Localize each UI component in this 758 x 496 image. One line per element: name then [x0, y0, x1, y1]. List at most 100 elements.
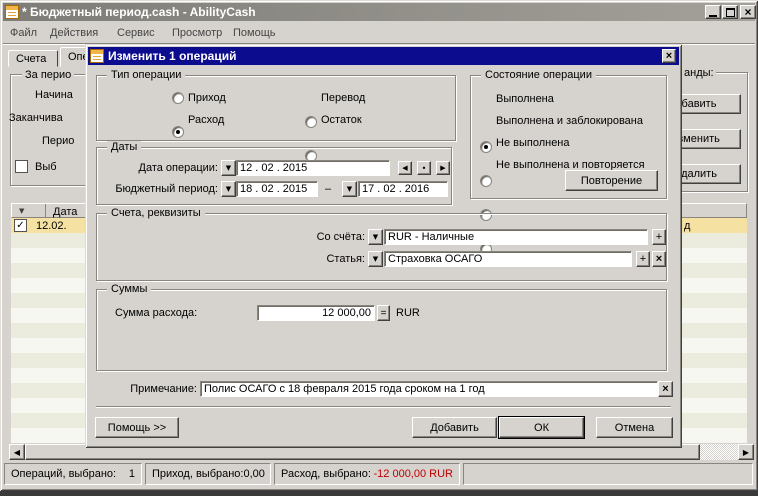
- minimize-icon: [709, 15, 717, 17]
- account-add-button[interactable]: +: [652, 229, 666, 245]
- dialog-titlebar[interactable]: Изменить 1 операций: [88, 47, 679, 65]
- cancel-button[interactable]: Отмена: [596, 417, 673, 438]
- row-right-fragment: д: [684, 219, 690, 233]
- app-icon: [5, 5, 19, 19]
- sort-arrow-icon[interactable]: ▼: [19, 207, 24, 215]
- menubar: Файл Действия Сервис Просмотр Помощь: [3, 23, 755, 42]
- account-dropdown-button[interactable]: ▼: [368, 229, 383, 245]
- amount-field[interactable]: 12 000,00: [257, 305, 375, 321]
- dialog-add-label: Добавить: [430, 422, 479, 434]
- tab-accounts[interactable]: Счета: [8, 50, 58, 67]
- minimize-button[interactable]: [705, 5, 721, 19]
- menu-service[interactable]: Сервис: [117, 26, 155, 40]
- radio-expense-label: Расход: [188, 113, 224, 127]
- status-operations: Операций, выбрано: 1: [4, 463, 142, 485]
- category-clear-button[interactable]: ×: [652, 251, 666, 267]
- menu-help[interactable]: Помощь: [233, 26, 276, 40]
- dialog-icon: [90, 49, 104, 63]
- date-dropdown-button[interactable]: ▼: [221, 160, 236, 176]
- period-from-field[interactable]: 18 . 02 . 2015: [236, 181, 318, 197]
- status-income-label: Приход, выбрано:: [152, 467, 244, 481]
- date-today-button[interactable]: •: [417, 161, 431, 175]
- filter-ends-label: Заканчива: [9, 111, 63, 125]
- radio-expense[interactable]: [172, 126, 184, 138]
- state-group-label: Состояние операции: [481, 69, 596, 82]
- period-label: Бюджетный период:: [90, 182, 218, 196]
- period-from-dropdown-button[interactable]: ▼: [221, 181, 236, 197]
- dialog-title: Изменить 1 операций: [108, 49, 236, 63]
- scroll-left-button[interactable]: ◀: [9, 444, 25, 460]
- screen: * Бюджетный период.cash - AbilityCash × …: [0, 0, 758, 496]
- calculator-button[interactable]: =: [377, 305, 390, 321]
- repeat-button-label: Повторение: [581, 175, 642, 187]
- commands-group-label: анды:: [682, 66, 716, 80]
- repeat-button[interactable]: Повторение: [565, 170, 658, 191]
- scrollbar-track[interactable]: [700, 444, 738, 460]
- radio-done-locked[interactable]: [480, 175, 492, 187]
- radio-income-label: Приход: [188, 91, 226, 105]
- status-empty: [463, 463, 753, 485]
- note-field[interactable]: Полис ОСАГО с 18 февраля 2015 года сроко…: [200, 381, 658, 397]
- type-groupbox: Тип операции: [96, 75, 456, 141]
- maximize-button[interactable]: [722, 5, 738, 19]
- status-income-value: 0,00: [244, 467, 265, 481]
- status-operations-label: Операций, выбрано:: [11, 467, 116, 481]
- ok-button[interactable]: ОК: [499, 417, 584, 438]
- date-field[interactable]: 12 . 02 . 2015: [236, 160, 390, 176]
- menu-actions[interactable]: Действия: [50, 26, 98, 40]
- filter-group-label: За перио: [22, 68, 74, 82]
- equals-icon: =: [381, 308, 387, 319]
- category-field[interactable]: Страховка ОСАГО: [384, 251, 632, 267]
- table-header-date: Дата: [53, 205, 77, 219]
- row-checkbox[interactable]: ✓: [14, 219, 27, 232]
- category-label: Статья:: [265, 252, 365, 266]
- help-button-label: Помощь >>: [108, 422, 166, 434]
- date-label: Дата операции:: [100, 161, 218, 175]
- dialog-add-button[interactable]: Добавить: [412, 417, 497, 438]
- main-titlebar[interactable]: * Бюджетный период.cash - AbilityCash: [3, 3, 755, 21]
- close-icon: ×: [744, 5, 751, 19]
- type-group-label: Тип операции: [107, 69, 185, 82]
- status-expense-label: Расход, выбрано:: [281, 467, 371, 481]
- tab-accounts-label: Счета: [16, 52, 46, 66]
- filter-period-label: Перио: [42, 134, 74, 148]
- help-button[interactable]: Помощь >>: [95, 417, 179, 438]
- filter-checkbox[interactable]: [15, 160, 28, 173]
- note-label: Примечание:: [115, 382, 197, 396]
- category-dropdown-button[interactable]: ▼: [368, 251, 383, 267]
- maximize-icon: [726, 8, 735, 17]
- radio-balance-label: Остаток: [321, 113, 362, 127]
- cancel-button-label: Отмена: [615, 422, 654, 434]
- currency-label: RUR: [396, 306, 420, 320]
- close-button[interactable]: ×: [740, 5, 756, 19]
- sums-groupbox: Суммы: [96, 289, 667, 371]
- category-add-button[interactable]: +: [636, 251, 650, 267]
- menu-view[interactable]: Просмотр: [172, 26, 222, 40]
- add-operation-label: бавить: [682, 98, 717, 110]
- period-to-field[interactable]: 17 . 02 . 2016: [358, 181, 448, 197]
- period-to-dropdown-button[interactable]: ▼: [342, 181, 357, 197]
- radio-transfer-label: Перевод: [321, 91, 365, 105]
- row-date: 12.02.: [36, 219, 67, 233]
- date-prev-button[interactable]: ◀: [398, 161, 412, 175]
- edit-operation-dialog: Изменить 1 операций × Тип операции Прихо…: [85, 44, 682, 448]
- scroll-right-icon: ▶: [743, 448, 749, 457]
- dialog-separator: [96, 406, 671, 408]
- scroll-right-button[interactable]: ▶: [738, 444, 754, 460]
- status-expense-value: -12 000,00 RUR: [374, 467, 454, 481]
- radio-transfer[interactable]: [305, 116, 317, 128]
- dialog-close-button[interactable]: ×: [662, 49, 676, 63]
- radio-income[interactable]: [172, 92, 184, 104]
- dates-group-label: Даты: [107, 141, 141, 154]
- delete-operation-label: далить: [681, 168, 717, 180]
- checkmark-icon: ✓: [16, 221, 24, 231]
- date-next-button[interactable]: ▶: [436, 161, 450, 175]
- dialog-close-icon: ×: [666, 50, 672, 62]
- radio-done[interactable]: [480, 141, 492, 153]
- filter-starts-label: Начина: [35, 88, 73, 102]
- status-income: Приход, выбрано: 0,00: [145, 463, 271, 485]
- note-clear-button[interactable]: ×: [658, 381, 673, 397]
- account-field[interactable]: RUR - Наличные: [384, 229, 648, 245]
- radio-done-locked-label: Выполнена и заблокирована: [496, 114, 643, 128]
- menu-file[interactable]: Файл: [10, 26, 37, 40]
